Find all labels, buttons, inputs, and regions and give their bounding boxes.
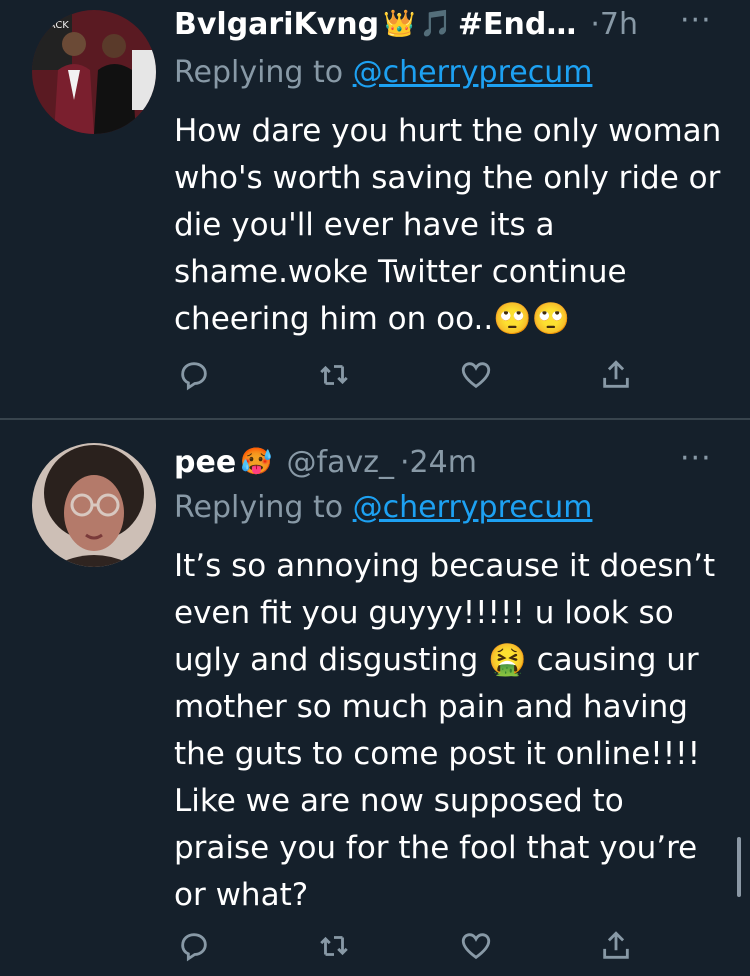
- retweet-icon[interactable]: [314, 926, 354, 966]
- tweet-feed: BLACK BvlgariKvng 👑 🎵 #End… ·7h ··· Repl…: [0, 0, 750, 976]
- tweet-actions: [174, 926, 644, 966]
- scrollbar[interactable]: [737, 837, 741, 897]
- replying-to-label: Replying to: [174, 490, 353, 525]
- like-icon[interactable]: [456, 926, 496, 966]
- user-handle[interactable]: @favz_: [287, 445, 394, 480]
- tweet-time[interactable]: ·24m: [400, 445, 477, 480]
- more-options-icon[interactable]: ···: [680, 444, 712, 474]
- tweet[interactable]: pee 🥵 @favz_ ·24m ··· Replying to @cherr…: [0, 0, 750, 962]
- mention-link[interactable]: @cherryprecum: [353, 490, 593, 525]
- replying-to: Replying to @cherryprecum: [174, 490, 592, 525]
- hot-face-emoji: 🥵: [240, 447, 273, 477]
- reply-icon[interactable]: [174, 926, 214, 966]
- avatar[interactable]: [32, 443, 156, 567]
- share-icon[interactable]: [596, 926, 636, 966]
- tweet-text: It’s so annoying because it doesn’t even…: [174, 548, 716, 913]
- display-name[interactable]: pee: [174, 445, 236, 480]
- tweet-header: pee 🥵 @favz_ ·24m: [174, 440, 477, 484]
